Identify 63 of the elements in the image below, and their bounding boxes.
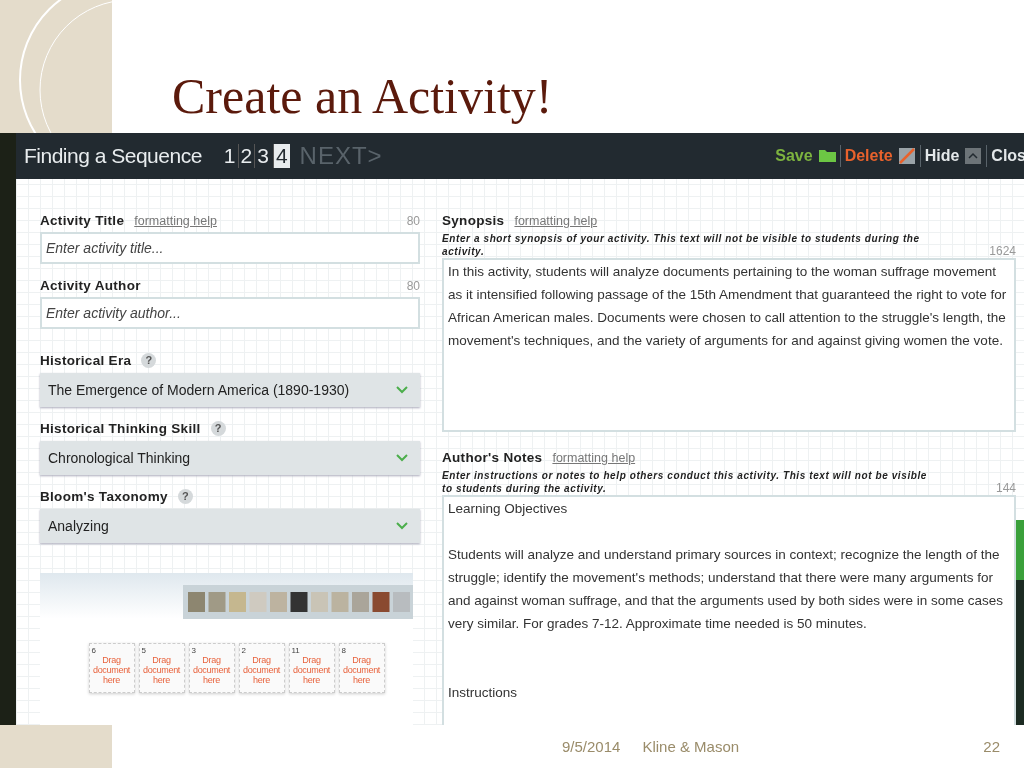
slashed-box-icon xyxy=(897,147,916,165)
character-counter: 80 xyxy=(406,214,420,228)
formatting-help-link[interactable]: formatting help xyxy=(134,213,217,228)
character-counter: 1624 xyxy=(989,244,1016,258)
character-counter: 80 xyxy=(406,279,420,293)
formatting-help-link[interactable]: formatting help xyxy=(552,450,636,465)
slide-title: Create an Activity! xyxy=(172,67,553,125)
drop-hint: Drag document here xyxy=(341,655,382,685)
help-icon[interactable]: ? xyxy=(141,353,157,368)
hide-button[interactable]: Hide xyxy=(920,147,987,165)
drop-card[interactable]: 3 Drag document here xyxy=(188,643,235,693)
field-hint: Enter instructions or notes to help others conduct this activity. This text will not be visible to students during the activity. xyxy=(442,469,929,495)
card-number: 2 xyxy=(241,646,247,655)
field-label: Bloom's Taxonomy xyxy=(40,489,168,504)
dropdown[interactable]: Chronological Thinking xyxy=(40,441,420,475)
formatting-help-link[interactable]: formatting help xyxy=(514,213,598,228)
field-label: Historical Era xyxy=(40,353,132,368)
step-tab[interactable]: 1 xyxy=(221,144,238,168)
slide-number: 22 xyxy=(983,738,1000,755)
step-tab[interactable]: 2 xyxy=(237,144,255,168)
card-number: 11 xyxy=(291,646,301,655)
text-field[interactable]: Enter activity author... xyxy=(40,297,420,329)
card-number: 3 xyxy=(191,646,197,655)
card-number: 5 xyxy=(141,646,147,655)
field-label: Activity Author xyxy=(40,278,141,293)
slide-date: 9/5/2014 xyxy=(562,738,621,755)
slide-author: Kline & Mason xyxy=(642,738,740,755)
field-label: Author's Notes xyxy=(442,450,543,465)
folder-icon xyxy=(817,147,836,165)
chevron-down-icon xyxy=(396,522,408,530)
drop-card[interactable]: 2 Drag document here xyxy=(238,643,285,693)
save-button[interactable]: Save xyxy=(771,147,840,165)
scrollbar[interactable] xyxy=(1016,520,1024,725)
text-area[interactable]: Learning Objectives Students will analyze and understand primary sources in context; recognize the length of the struggle; identify the movement's methods; understand that there were many arguments for and against woman suffrage, and that the arguments used by both sides were in some cases very similar. For grades 7-12. Approximate time needed is 50 minutes. Instructions xyxy=(442,495,1016,725)
field-label: Synopsis xyxy=(442,213,505,228)
drop-hint: Drag document here xyxy=(141,655,182,685)
chevron-down-icon xyxy=(396,454,408,462)
chevron-down-icon xyxy=(396,386,408,394)
box-icon xyxy=(964,147,983,165)
help-icon[interactable]: ? xyxy=(210,421,226,436)
field-label: Historical Thinking Skill xyxy=(40,421,201,436)
character-counter: 144 xyxy=(995,481,1016,495)
drop-hint: Drag document here xyxy=(241,655,282,685)
help-icon[interactable]: ? xyxy=(177,489,193,504)
drop-hint: Drag document here xyxy=(291,655,332,685)
step-tab[interactable]: 4 xyxy=(272,144,290,168)
drop-hint: Drag document here xyxy=(91,655,132,685)
field-hint: Enter a short synopsis of your activity. This text will not be visible to students during the activity. xyxy=(442,232,921,258)
dropdown[interactable]: Analyzing xyxy=(40,509,420,543)
step-tab[interactable]: 3 xyxy=(254,144,271,168)
text-field[interactable]: Enter activity title... xyxy=(40,232,420,264)
activity-type-title: Finding a Sequence xyxy=(24,144,202,168)
drop-card[interactable]: 8 Drag document here xyxy=(338,643,385,693)
drop-card[interactable]: 6 Drag document here xyxy=(88,643,135,693)
dropdown[interactable]: The Emergence of Modern America (1890-1930) xyxy=(40,373,420,407)
card-number: 6 xyxy=(91,646,97,655)
field-label: Activity Title xyxy=(40,213,125,228)
text-area[interactable]: In this activity, students will analyze documents pertaining to the woman suffrage movement as it intensified following passage of the 15th Amendment that guaranteed the right to vote for African American males. Documents were chosen to call attention to the struggle's length, the movement's techniques, and the variety of arguments for and against giving women the vote. xyxy=(442,258,1016,432)
drop-card[interactable]: 11 Drag document here xyxy=(288,643,335,693)
delete-button[interactable]: Delete xyxy=(840,147,920,165)
drop-card[interactable]: 5 Drag document here xyxy=(138,643,185,693)
drop-hint: Drag document here xyxy=(191,655,232,685)
card-number: 8 xyxy=(341,646,347,655)
